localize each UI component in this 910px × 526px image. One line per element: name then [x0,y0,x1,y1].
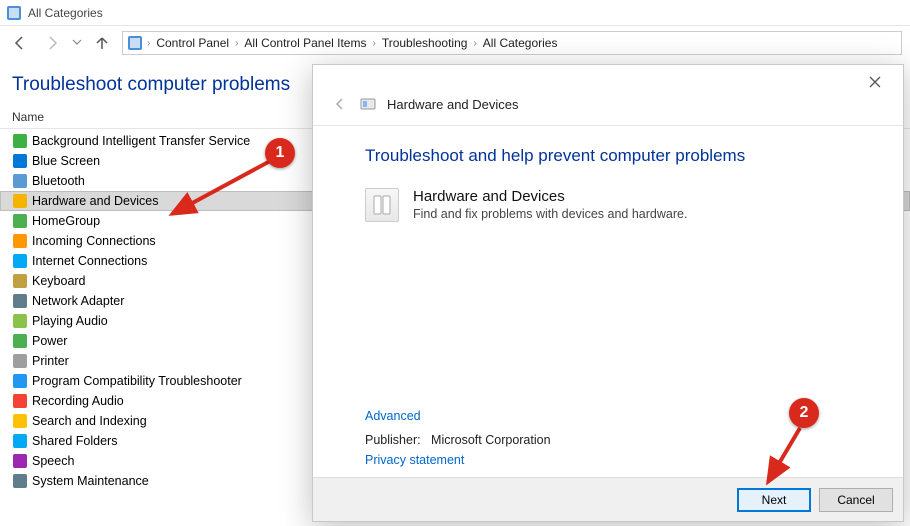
troubleshooter-item-icon [12,193,28,209]
breadcrumb[interactable]: Troubleshooting [378,36,472,50]
troubleshooter-item-icon [12,353,28,369]
publisher-row: Publisher: Microsoft Corporation [365,433,551,447]
chevron-right-icon: › [372,38,375,49]
privacy-link[interactable]: Privacy statement [365,453,551,467]
nav-up-button[interactable] [90,31,114,55]
list-item-label: Recording Audio [32,394,124,408]
dialog-heading: Troubleshoot and help prevent computer p… [365,146,867,166]
troubleshooter-item-icon [12,153,28,169]
list-item-label: Hardware and Devices [32,194,158,208]
list-item-label: HomeGroup [32,214,100,228]
list-item-label: Keyboard [32,274,86,288]
list-item-label: Printer [32,354,69,368]
troubleshooter-item-icon [12,393,28,409]
titlebar: All Categories [0,0,910,26]
chevron-right-icon: › [473,38,476,49]
breadcrumb[interactable]: Control Panel [152,36,233,50]
troubleshooter-item-icon [12,413,28,429]
dialog-title: Hardware and Devices [387,97,519,112]
nav-back-button[interactable] [8,31,32,55]
troubleshooter-item-icon [12,233,28,249]
chevron-right-icon: › [235,38,238,49]
troubleshooter-item-icon [12,173,28,189]
breadcrumb[interactable]: All Categories [479,36,562,50]
list-item-label: Incoming Connections [32,234,156,248]
publisher-label: Publisher: [365,433,421,447]
troubleshooter-description: Find and fix problems with devices and h… [413,207,687,221]
chevron-right-icon: › [147,38,150,49]
navbar: › Control Panel › All Control Panel Item… [0,26,910,60]
troubleshooter-name: Hardware and Devices [413,188,687,205]
address-bar[interactable]: › Control Panel › All Control Panel Item… [122,31,902,55]
list-item-label: Shared Folders [32,434,117,448]
list-item-label: Internet Connections [32,254,147,268]
troubleshooter-item-icon [12,253,28,269]
troubleshooter-item-icon [12,473,28,489]
publisher-value: Microsoft Corporation [431,433,551,447]
dialog-back-button[interactable] [331,95,349,113]
troubleshooter-option[interactable]: Hardware and Devices Find and fix proble… [365,188,867,222]
list-item-label: Network Adapter [32,294,124,308]
troubleshooter-item-icon [12,433,28,449]
list-item-label: Speech [32,454,74,468]
dialog-body: Troubleshoot and help prevent computer p… [313,126,903,477]
advanced-link[interactable]: Advanced [365,409,551,423]
list-item-label: Power [32,334,67,348]
list-item-label: Playing Audio [32,314,108,328]
list-item-label: System Maintenance [32,474,149,488]
troubleshooter-item-icon [12,453,28,469]
list-item-label: Program Compatibility Troubleshooter [32,374,242,388]
list-item-label: Background Intelligent Transfer Service [32,134,250,148]
troubleshooter-wizard-dialog: Hardware and Devices Troubleshoot and he… [312,64,904,522]
troubleshooter-item-icon [12,213,28,229]
troubleshooter-item-icon [12,373,28,389]
dialog-header: Hardware and Devices [313,95,903,126]
cancel-button[interactable]: Cancel [819,488,893,512]
troubleshooter-item-icon [12,293,28,309]
location-icon [127,35,143,51]
nav-forward-button[interactable] [40,31,64,55]
dialog-footer: Next Cancel [313,477,903,521]
annotation-badge-1: 1 [265,138,295,168]
annotation-badge-2: 2 [789,398,819,428]
list-item-label: Blue Screen [32,154,100,168]
troubleshooter-item-icon [12,133,28,149]
nav-history-dropdown[interactable] [72,37,82,50]
breadcrumb[interactable]: All Control Panel Items [240,36,370,50]
close-button[interactable] [855,68,895,96]
control-panel-icon [6,5,22,21]
dialog-titlebar [313,65,903,99]
diagnostic-icon [359,95,377,113]
troubleshooter-item-icon [12,273,28,289]
troubleshooter-item-icon [12,313,28,329]
troubleshooter-item-icon [12,333,28,349]
list-item-label: Bluetooth [32,174,85,188]
hardware-icon [365,188,399,222]
list-item-label: Search and Indexing [32,414,147,428]
next-button[interactable]: Next [737,488,811,512]
window-title: All Categories [28,6,103,20]
